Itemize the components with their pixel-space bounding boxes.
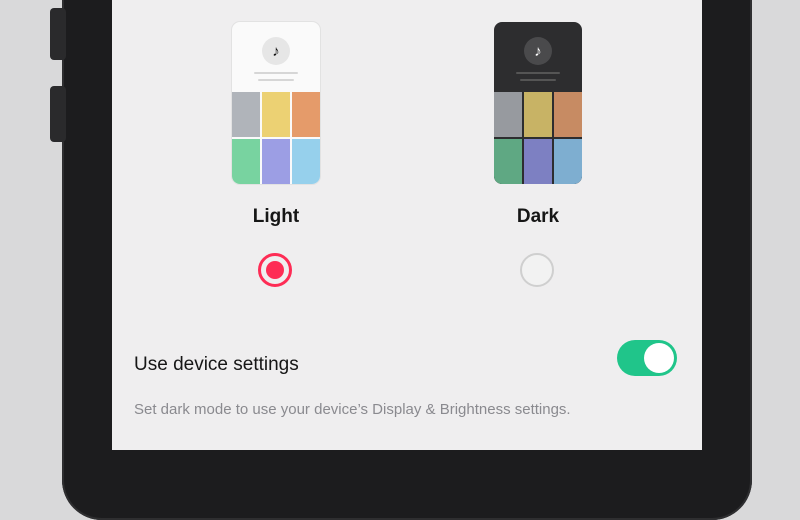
tiktok-logo-icon: ♪ — [262, 37, 290, 65]
tiktok-logo-icon: ♪ — [524, 37, 552, 65]
preview-video-tile — [554, 92, 582, 137]
preview-text-line — [258, 79, 294, 81]
preview-video-tile — [232, 139, 260, 184]
use-device-settings-toggle[interactable] — [617, 340, 677, 376]
use-device-settings-label: Use device settings — [134, 354, 299, 375]
light-theme-preview[interactable]: ♪ — [232, 22, 320, 184]
light-theme-radio[interactable] — [258, 253, 292, 287]
toggle-knob — [644, 343, 674, 373]
preview-video-tile — [292, 92, 320, 137]
preview-video-grid — [494, 92, 582, 184]
preview-video-tile — [494, 92, 522, 137]
preview-video-tile — [232, 92, 260, 137]
preview-video-tile — [524, 92, 552, 137]
device-settings-description: Set dark mode to use your device’s Displ… — [134, 401, 571, 418]
preview-video-tile — [262, 92, 290, 137]
dark-mode-settings-screen: ♪ ♪ Light Dark Use device settings Set d… — [112, 0, 702, 450]
preview-text-line — [516, 72, 560, 74]
preview-video-grid — [232, 92, 320, 184]
preview-video-tile — [262, 139, 290, 184]
preview-video-tile — [524, 139, 552, 184]
preview-text-line — [520, 79, 556, 81]
light-theme-label: Light — [252, 206, 300, 227]
preview-video-tile — [554, 139, 582, 184]
preview-video-tile — [494, 139, 522, 184]
preview-video-tile — [292, 139, 320, 184]
radio-selected-dot — [266, 261, 284, 279]
phone-side-button — [50, 8, 66, 60]
dark-theme-label: Dark — [516, 206, 560, 227]
preview-text-line — [254, 72, 298, 74]
dark-theme-preview[interactable]: ♪ — [494, 22, 582, 184]
phone-side-button — [50, 86, 66, 142]
dark-theme-radio[interactable] — [520, 253, 554, 287]
